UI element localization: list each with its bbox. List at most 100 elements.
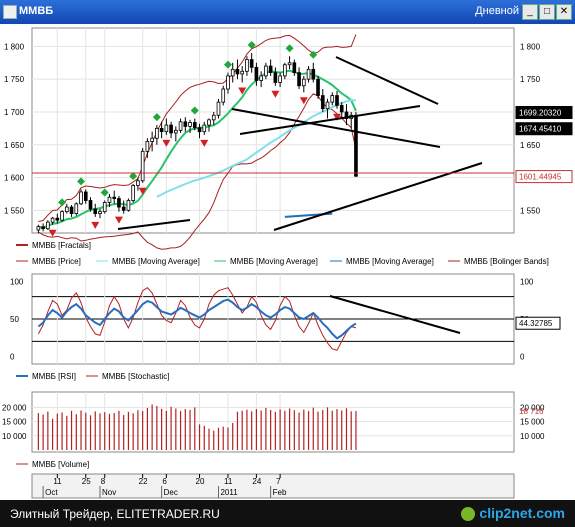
osc-tick-label-right: 100: [520, 278, 534, 287]
time-tick-label: 22: [139, 477, 148, 486]
maximize-button[interactable]: □: [539, 4, 555, 20]
time-tick-label: 20: [196, 477, 205, 486]
legend-bollinger: ММВБ [Bolinger Bands]: [464, 257, 549, 266]
candle-body: [159, 127, 164, 133]
price-tick-label-right: 1 750: [520, 75, 541, 84]
osc-tick-label-right: 0: [520, 352, 525, 361]
candle-body: [188, 122, 192, 127]
price-value-label: 1674.45410: [519, 125, 562, 134]
legend-ma-1: ММВБ [Moving Average]: [112, 257, 200, 266]
candle-body: [273, 72, 278, 83]
candle-body: [311, 68, 316, 80]
chart-area[interactable]: 1 8001 8001 7501 7501 7001 7001 6501 650…: [0, 24, 575, 500]
candle-body: [102, 202, 107, 213]
price-tick-label-right: 1 650: [520, 141, 541, 150]
candle-body: [145, 141, 150, 152]
month-label: Feb: [273, 488, 287, 497]
price-value-label: 1699.20320: [519, 108, 562, 117]
month-label: Dec: [164, 488, 178, 497]
osc-tick-label-left: 0: [10, 352, 15, 361]
candle-body: [140, 150, 145, 182]
candle-body: [245, 59, 249, 72]
close-button[interactable]: ✕: [556, 4, 572, 20]
candle-body: [264, 65, 268, 77]
price-tick-label-left: 1 550: [4, 206, 25, 215]
candle-body: [292, 62, 297, 74]
candle-body: [117, 198, 121, 208]
time-tick-label: 24: [252, 477, 261, 486]
price-tick-label-left: 1 800: [4, 42, 25, 51]
month-label: Nov: [102, 488, 116, 497]
candle-body: [240, 70, 245, 75]
candle-body: [121, 206, 126, 211]
candle-body: [235, 68, 240, 75]
candle-body: [79, 191, 83, 205]
month-label: Oct: [45, 488, 58, 497]
candle-body: [339, 105, 344, 113]
time-tick-label: 11: [53, 477, 62, 486]
legend-stochastic: ММВБ [Stochastic]: [102, 372, 170, 381]
candle-body: [202, 124, 207, 133]
candle-body: [46, 221, 50, 230]
candle-body: [36, 226, 41, 231]
clip2net-logo: clip2net.com: [461, 505, 565, 522]
price-tick-label-left: 1 750: [4, 75, 25, 84]
candle-body: [126, 200, 131, 211]
legend-fractals: ММВБ [Fractals]: [32, 241, 91, 250]
candle-body: [320, 95, 325, 110]
candle-body: [69, 206, 74, 215]
candle-body: [316, 78, 320, 96]
candle-body: [155, 127, 159, 139]
volume-value-label: 18 716: [519, 407, 544, 416]
candle-body: [83, 191, 88, 201]
candle-body: [178, 121, 183, 131]
candle-body: [112, 196, 117, 199]
osc-tick-label-left: 50: [10, 315, 19, 324]
osc-tick-label-left: 100: [10, 278, 24, 287]
candle-body: [41, 226, 45, 230]
candle-body: [211, 114, 216, 121]
price-tick-label-right: 1 800: [520, 42, 541, 51]
legend-volume-item: ММВБ [Volume]: [32, 460, 89, 469]
vol-tick-label-right: 10 000: [520, 432, 545, 441]
time-tick-label: 7: [276, 477, 281, 486]
candle-body: [335, 95, 339, 106]
candle-body: [330, 95, 335, 103]
candle-body: [354, 114, 358, 177]
candle-body: [221, 88, 226, 103]
osc-value-label: 44.32785: [519, 319, 553, 328]
time-tick-label: 11: [224, 477, 233, 486]
period-label: Дневной: [475, 5, 519, 17]
logo-text: clip2net.com: [479, 505, 565, 521]
legend-oscillators: ММВБ [RSI] ММВБ [Stochastic]: [16, 372, 170, 381]
candle-body: [150, 137, 154, 142]
candle-body: [259, 75, 263, 81]
candle-body: [268, 65, 273, 74]
time-tick-label: 8: [101, 477, 106, 486]
minimize-button[interactable]: _: [522, 4, 538, 20]
candle-body: [306, 68, 311, 80]
candle-body: [207, 119, 211, 126]
candle-body: [60, 211, 64, 221]
candle-body: [301, 78, 306, 87]
legend-ma-3: ММВБ [Moving Average]: [346, 257, 434, 266]
candle-body: [230, 68, 235, 77]
price-tick-label-right: 1 550: [520, 206, 541, 215]
candle-body: [74, 203, 79, 215]
vol-tick-label-right: 15 000: [520, 418, 545, 427]
candle-body: [197, 127, 202, 133]
candle-body: [107, 196, 112, 203]
legend-price: ММВБ [Fractals] ММВБ [Price] ММВБ [Movin…: [16, 241, 549, 266]
window-title: ММВБ: [19, 5, 54, 17]
candle-body: [278, 75, 282, 83]
vol-tick-label-left: 10 000: [2, 432, 27, 441]
candle-body: [131, 185, 135, 201]
vol-tick-label-left: 20 000: [2, 403, 27, 412]
candle-body: [174, 129, 178, 134]
price-tick-label-left: 1 650: [4, 141, 25, 150]
legend-rsi: ММВБ [RSI]: [32, 372, 76, 381]
candle-body: [183, 121, 188, 127]
candle-body: [254, 66, 259, 81]
vol-tick-label-left: 15 000: [2, 418, 27, 427]
legend-ma-2: ММВБ [Moving Average]: [230, 257, 318, 266]
